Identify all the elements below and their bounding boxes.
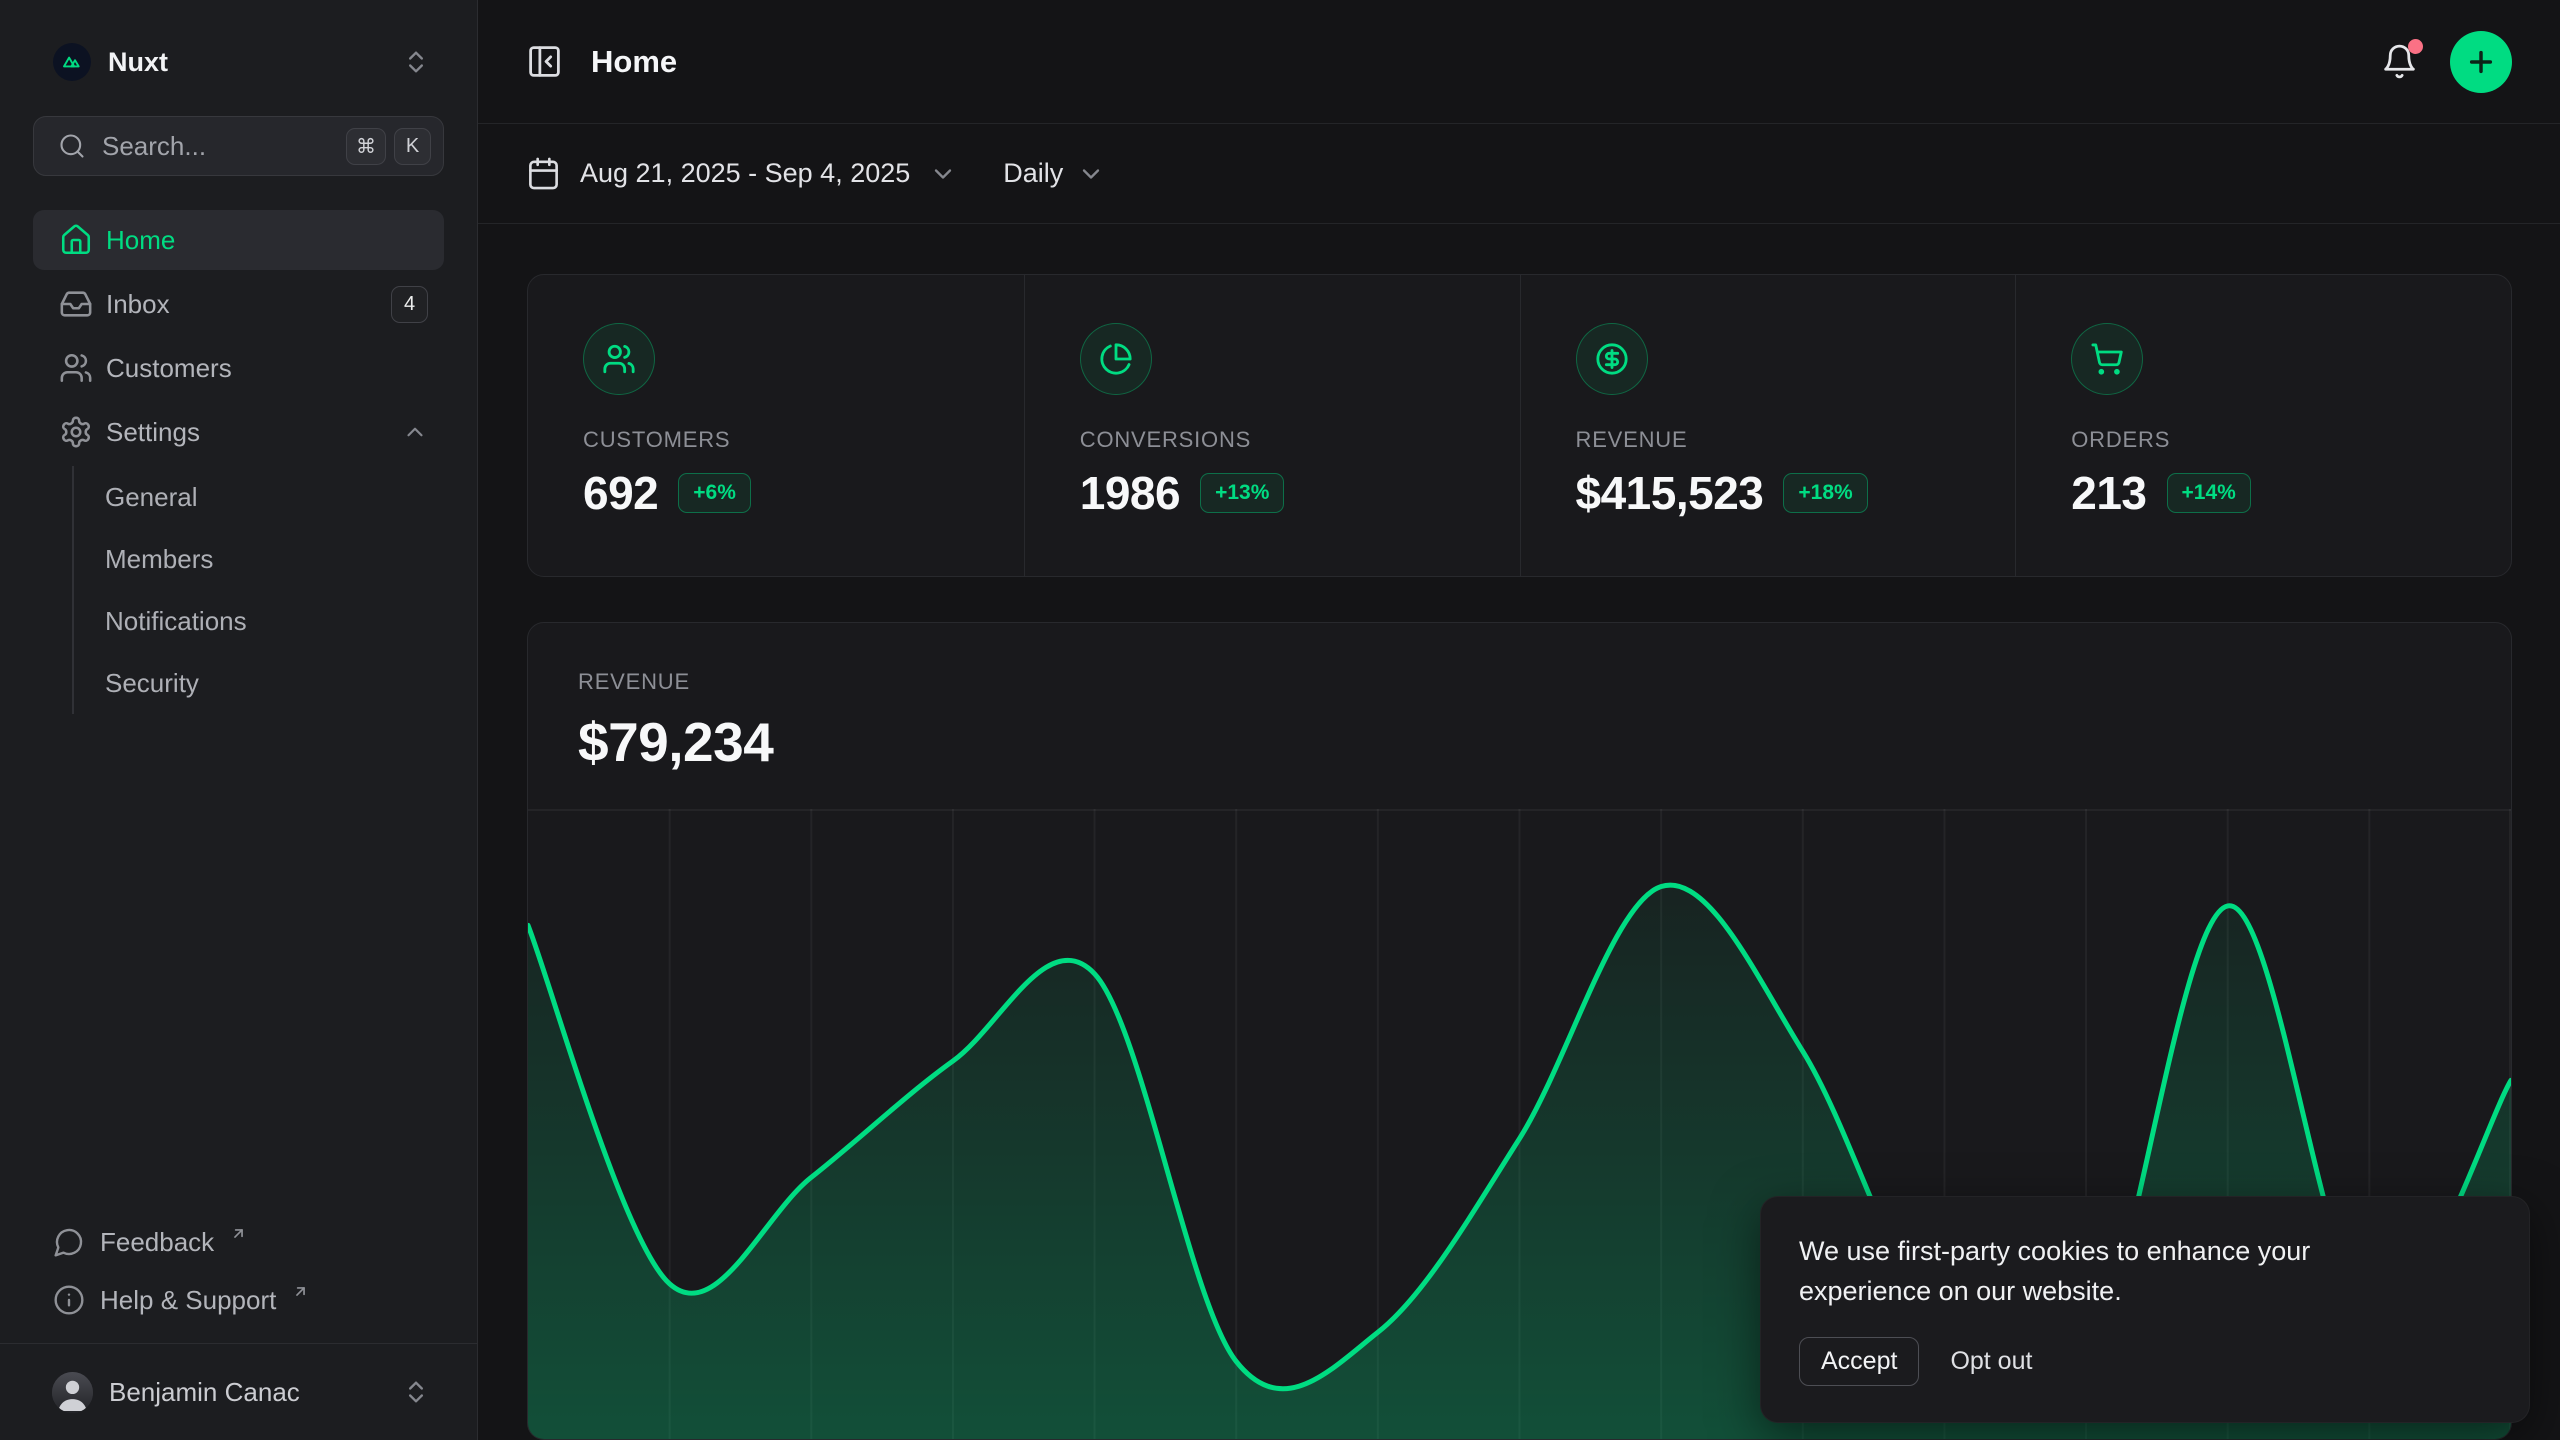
user-selector-button[interactable] bbox=[402, 1378, 430, 1406]
external-link-icon bbox=[230, 1225, 247, 1242]
stat-value: 1986 bbox=[1080, 466, 1180, 520]
nuxt-logo-icon bbox=[53, 43, 91, 81]
pie-chart-icon bbox=[1080, 323, 1152, 395]
date-range-value: Aug 21, 2025 - Sep 4, 2025 bbox=[580, 158, 910, 189]
inbox-icon bbox=[59, 287, 93, 321]
notifications-button[interactable] bbox=[2381, 43, 2418, 80]
user-menu[interactable]: Benjamin Canac bbox=[33, 1354, 444, 1430]
chevron-up-icon bbox=[402, 419, 428, 445]
stat-value: $415,523 bbox=[1576, 466, 1764, 520]
chevron-down-icon bbox=[929, 160, 957, 188]
help-support-label: Help & Support bbox=[100, 1285, 276, 1316]
collapse-sidebar-button[interactable] bbox=[526, 43, 563, 80]
stat-value: 692 bbox=[583, 466, 658, 520]
inbox-unread-badge: 4 bbox=[391, 286, 428, 323]
granularity-value: Daily bbox=[1003, 158, 1063, 189]
settings-sub-nav: General Members Notifications Security bbox=[72, 466, 444, 714]
users-icon bbox=[583, 323, 655, 395]
page-header: Home bbox=[478, 0, 2560, 124]
sidebar-item-notifications[interactable]: Notifications bbox=[74, 590, 444, 652]
search-input[interactable]: Search... ⌘ K bbox=[33, 116, 444, 176]
sidebar-item-security[interactable]: Security bbox=[74, 652, 444, 714]
chevron-down-icon bbox=[1077, 160, 1105, 188]
workspace-selector-button[interactable] bbox=[402, 48, 430, 76]
calendar-icon bbox=[526, 156, 561, 191]
stat-delta-badge: +13% bbox=[1200, 473, 1284, 513]
stats-panel: CUSTOMERS 692 +6% CONVERSIONS 1986 +13% bbox=[527, 274, 2512, 577]
dollar-circle-icon bbox=[1576, 323, 1648, 395]
stat-customers[interactable]: CUSTOMERS 692 +6% bbox=[528, 275, 1024, 576]
users-icon bbox=[59, 351, 93, 385]
stat-conversions[interactable]: CONVERSIONS 1986 +13% bbox=[1024, 275, 1520, 576]
feedback-link[interactable]: Feedback bbox=[33, 1213, 444, 1271]
avatar bbox=[52, 1372, 93, 1413]
home-icon bbox=[59, 223, 93, 257]
sidebar-item-label: Customers bbox=[106, 353, 232, 384]
user-name: Benjamin Canac bbox=[109, 1377, 300, 1408]
sidebar-item-inbox[interactable]: Inbox 4 bbox=[33, 274, 444, 334]
date-range-picker[interactable]: Aug 21, 2025 - Sep 4, 2025 bbox=[526, 156, 957, 191]
revenue-chart-label: REVENUE bbox=[578, 669, 2511, 695]
search-placeholder: Search... bbox=[102, 131, 206, 162]
revenue-chart-total: $79,234 bbox=[578, 710, 2511, 774]
chevrons-up-down-icon bbox=[402, 1378, 430, 1406]
plus-icon bbox=[2465, 46, 2497, 78]
shopping-cart-icon bbox=[2071, 323, 2143, 395]
optout-cookies-button[interactable]: Opt out bbox=[1950, 1347, 2032, 1376]
sidebar: Nuxt Search... ⌘ K Home bbox=[0, 0, 478, 1440]
sidebar-item-label: Home bbox=[106, 225, 175, 256]
stat-revenue[interactable]: REVENUE $415,523 +18% bbox=[1520, 275, 2016, 576]
sidebar-item-label: Settings bbox=[106, 417, 200, 448]
chevrons-up-down-icon bbox=[402, 48, 430, 76]
stat-label: ORDERS bbox=[2071, 427, 2511, 453]
sidebar-nav: Home Inbox 4 Customers bbox=[33, 210, 444, 714]
cookie-message: We use first-party cookies to enhance yo… bbox=[1799, 1231, 2399, 1311]
add-button[interactable] bbox=[2450, 31, 2512, 93]
info-circle-icon bbox=[53, 1284, 85, 1316]
kbd-cmd: ⌘ bbox=[346, 128, 386, 165]
stat-delta-badge: +6% bbox=[678, 473, 751, 513]
workspace-name: Nuxt bbox=[108, 47, 168, 78]
search-icon bbox=[58, 132, 86, 160]
sidebar-item-members[interactable]: Members bbox=[74, 528, 444, 590]
stat-label: CUSTOMERS bbox=[583, 427, 1024, 453]
page-title: Home bbox=[591, 44, 677, 80]
help-support-link[interactable]: Help & Support bbox=[33, 1271, 444, 1329]
stat-label: CONVERSIONS bbox=[1080, 427, 1520, 453]
stat-delta-badge: +14% bbox=[2167, 473, 2251, 513]
unread-notification-dot bbox=[2408, 39, 2423, 54]
message-bubble-icon bbox=[53, 1226, 85, 1258]
sidebar-item-label: Inbox bbox=[106, 289, 170, 320]
gear-icon bbox=[59, 415, 93, 449]
stat-orders[interactable]: ORDERS 213 +14% bbox=[2015, 275, 2511, 576]
sidebar-item-settings[interactable]: Settings bbox=[33, 402, 444, 462]
sidebar-item-general[interactable]: General bbox=[74, 466, 444, 528]
sidebar-item-home[interactable]: Home bbox=[33, 210, 444, 270]
sidebar-divider bbox=[0, 1343, 477, 1344]
external-link-icon bbox=[292, 1283, 309, 1300]
accept-cookies-button[interactable]: Accept bbox=[1799, 1337, 1919, 1386]
stat-label: REVENUE bbox=[1576, 427, 2016, 453]
kbd-k: K bbox=[394, 128, 431, 165]
granularity-select[interactable]: Daily bbox=[1003, 158, 1105, 189]
sidebar-spacer bbox=[33, 714, 444, 1213]
cookie-banner: We use first-party cookies to enhance yo… bbox=[1760, 1196, 2530, 1423]
stat-value: 213 bbox=[2071, 466, 2146, 520]
filters-toolbar: Aug 21, 2025 - Sep 4, 2025 Daily bbox=[478, 124, 2560, 224]
sidebar-item-customers[interactable]: Customers bbox=[33, 338, 444, 398]
workspace-switcher[interactable]: Nuxt bbox=[33, 34, 444, 90]
feedback-label: Feedback bbox=[100, 1227, 214, 1258]
panel-left-close-icon bbox=[526, 43, 563, 80]
stat-delta-badge: +18% bbox=[1783, 473, 1867, 513]
